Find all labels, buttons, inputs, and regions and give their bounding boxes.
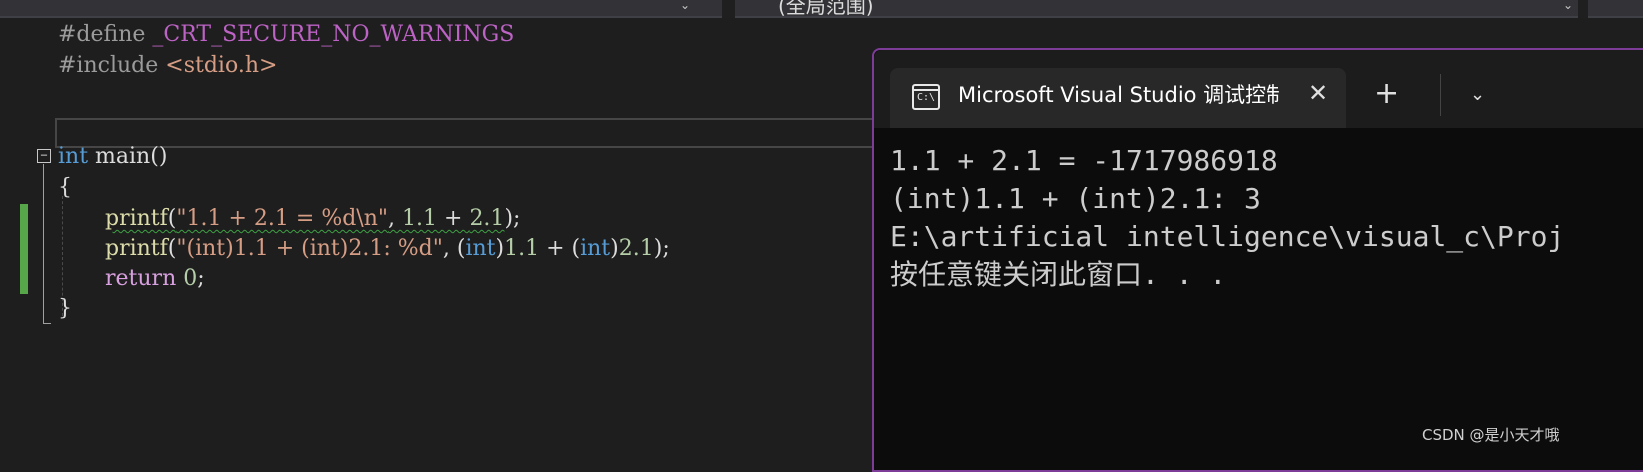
new-tab-icon[interactable]: +: [1374, 76, 1399, 112]
current-line-highlight: [55, 118, 899, 148]
fold-guide-end: [43, 323, 51, 324]
member-dropdown[interactable]: [1588, 0, 1643, 18]
editor-toolbar: ⌄ ⌄ (全局范围): [0, 0, 1643, 18]
fold-guide: [43, 164, 44, 324]
code-line-1: #define _CRT_SECURE_NO_WARNINGS: [58, 22, 515, 47]
scope-label: (全局范围): [778, 0, 874, 18]
project-dropdown[interactable]: ⌄: [0, 0, 722, 18]
code-line-9: }: [58, 296, 72, 321]
code-line-6: printf("1.1 + 2.1 = %d\n", 1.1 + 2.1);: [105, 206, 521, 231]
change-indicator: [20, 236, 28, 294]
tab-title: Microsoft Visual Studio 调试控制台: [958, 83, 1280, 107]
change-indicator: [20, 204, 28, 236]
tab-separator: [1440, 74, 1441, 116]
chevron-down-icon: ⌄: [680, 0, 691, 12]
code-line-5: {: [58, 175, 72, 200]
terminal-titlebar: C:\ Microsoft Visual Studio 调试控制台 ✕ + ⌄: [874, 50, 1643, 128]
watermark: CSDN @是小天才哦: [1422, 426, 1560, 444]
terminal-tab[interactable]: C:\ Microsoft Visual Studio 调试控制台 ✕: [890, 68, 1346, 128]
output-line: 按任意键关闭此窗口. . .: [890, 258, 1227, 291]
collapse-icon[interactable]: −: [37, 149, 51, 163]
output-line: E:\artificial intelligence\visual_c\Proj: [890, 220, 1565, 253]
code-line-7: printf("(int)1.1 + (int)2.1: %d", (int)1…: [105, 236, 670, 261]
code-line-4: int main(): [58, 144, 168, 169]
output-line: 1.1 + 2.1 = -1717986918: [890, 144, 1278, 177]
code-editor[interactable]: − #define _CRT_SECURE_NO_WARNINGS #inclu…: [0, 18, 899, 457]
terminal-output[interactable]: 1.1 + 2.1 = -1717986918 (int)1.1 + (int)…: [890, 142, 1564, 294]
code-line-8: return 0;: [105, 266, 205, 291]
close-tab-icon[interactable]: ✕: [1308, 78, 1328, 108]
chevron-down-icon[interactable]: ⌄: [1470, 80, 1485, 110]
chevron-down-icon: ⌄: [1563, 0, 1574, 12]
debug-console-window[interactable]: C:\ Microsoft Visual Studio 调试控制台 ✕ + ⌄ …: [872, 48, 1643, 472]
code-line-2: #include <stdio.h>: [58, 53, 278, 78]
command-prompt-icon: C:\: [912, 84, 940, 110]
output-line: (int)1.1 + (int)2.1: 3: [890, 182, 1261, 215]
